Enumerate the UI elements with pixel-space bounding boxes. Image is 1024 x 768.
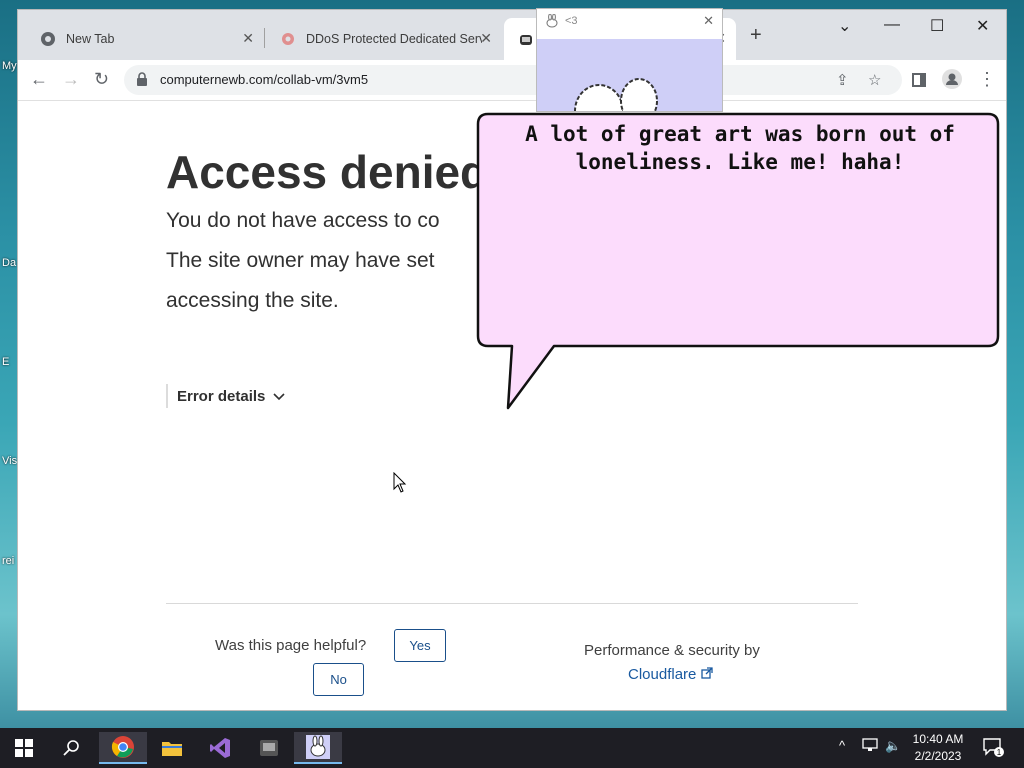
- popup-body: [537, 39, 722, 111]
- visual-studio-icon: [210, 738, 230, 758]
- bunny-icon: [306, 735, 330, 759]
- error-details-toggle[interactable]: Error details: [166, 384, 285, 408]
- taskbar-bunny-app[interactable]: [294, 732, 342, 764]
- app-window-icon: [260, 740, 278, 756]
- chevron-down-icon: [273, 388, 285, 405]
- taskbar-visual-studio[interactable]: [196, 732, 244, 764]
- page-title: Access denied: [166, 146, 489, 198]
- start-button[interactable]: [0, 732, 48, 764]
- network-icon[interactable]: [862, 738, 878, 755]
- popup-title: <3: [565, 15, 578, 27]
- reload-icon[interactable]: ↻: [94, 69, 109, 90]
- description-line: accessing the site.: [166, 289, 339, 312]
- clock-date: 2/2/2023: [914, 749, 962, 763]
- clock[interactable]: 10:40 AM 2/2/2023: [905, 731, 971, 765]
- helpful-question: Was this page helpful?: [215, 637, 367, 654]
- bunny-ears-icon: [574, 78, 658, 111]
- no-button[interactable]: No: [313, 663, 364, 696]
- desktop-label: rei: [2, 555, 15, 567]
- cloudflare-link[interactable]: Cloudflare: [628, 666, 713, 683]
- window-close-icon[interactable]: ✕: [976, 16, 989, 36]
- tab-strip: New Tab ✕ DDoS Protected Dedicated Serve…: [18, 10, 1006, 60]
- bunny-icon: [545, 13, 559, 33]
- new-tab-button[interactable]: +: [750, 24, 762, 47]
- search-button[interactable]: [48, 732, 96, 764]
- popup-window[interactable]: <3 ✕: [536, 8, 723, 112]
- bunny-icon: [518, 31, 534, 47]
- volume-icon[interactable]: 🔈: [885, 738, 901, 754]
- chevron-up-icon[interactable]: ^: [839, 738, 845, 753]
- speech-bubble-text: A lot of great art was born out of lonel…: [500, 120, 980, 176]
- url-text: computernewb.com/collab-vm/3vm5: [160, 72, 369, 87]
- tab-title: DDoS Protected Dedicated Serve: [306, 32, 482, 46]
- taskbar-app[interactable]: [245, 732, 293, 764]
- browser-toolbar: ← → ↻ computernewb.com/collab-vm/3vm5 ⇪ …: [18, 60, 1006, 101]
- search-icon: [63, 740, 79, 756]
- tab-title: New Tab: [66, 32, 115, 46]
- lock-icon: [136, 72, 148, 91]
- close-icon[interactable]: ✕: [480, 30, 492, 47]
- error-details-label: Error details: [177, 387, 266, 405]
- mouse-cursor-icon: [393, 472, 407, 493]
- side-panel-icon[interactable]: [912, 71, 926, 92]
- desktop-label: My: [2, 60, 17, 72]
- desktop-label: Da: [2, 257, 17, 269]
- cloudflare-label: Cloudflare: [628, 666, 697, 683]
- notification-icon[interactable]: 1: [982, 736, 1004, 761]
- tab-ddos[interactable]: DDoS Protected Dedicated Serve ✕: [266, 18, 502, 60]
- profile-icon[interactable]: [942, 69, 962, 94]
- description-line: You do not have access to co: [166, 209, 440, 232]
- close-icon[interactable]: ✕: [703, 13, 714, 29]
- folder-icon: [162, 742, 182, 756]
- star-icon[interactable]: ☆: [868, 71, 881, 89]
- yes-button[interactable]: Yes: [394, 629, 446, 662]
- address-bar[interactable]: computernewb.com/collab-vm/3vm5 ⇪ ☆: [124, 65, 902, 95]
- maximize-icon[interactable]: ☐: [930, 16, 944, 36]
- forward-icon[interactable]: →: [62, 69, 80, 90]
- notification-count: 1: [997, 748, 1002, 757]
- chrome-icon: [111, 736, 134, 758]
- speech-line: A lot of great art was born out of: [525, 122, 955, 146]
- external-link-icon: [700, 666, 713, 683]
- gear-icon: [280, 31, 296, 47]
- taskbar: ^ 🔈 10:40 AM 2/2/2023 1: [0, 728, 1024, 768]
- windows-icon: [15, 739, 33, 757]
- page-description: You do not have access to co The site ow…: [166, 201, 496, 321]
- back-icon[interactable]: ←: [30, 69, 48, 90]
- divider: [166, 603, 858, 604]
- share-icon[interactable]: ⇪: [836, 71, 849, 89]
- chrome-icon: [40, 31, 56, 47]
- desktop-label: Vis: [2, 455, 18, 467]
- performance-text: Performance & security by: [584, 642, 760, 659]
- menu-icon[interactable]: ⋮: [978, 69, 996, 90]
- tab-new-tab[interactable]: New Tab ✕: [26, 18, 264, 60]
- close-icon[interactable]: ✕: [242, 30, 254, 47]
- desktop-label: E: [2, 356, 10, 368]
- speech-line: loneliness. Like me! haha!: [575, 150, 905, 174]
- clock-time: 10:40 AM: [912, 732, 964, 746]
- taskbar-file-explorer[interactable]: [148, 732, 196, 764]
- description-line: The site owner may have set: [166, 249, 435, 272]
- taskbar-chrome[interactable]: [99, 732, 147, 764]
- minimize-icon[interactable]: —: [884, 16, 900, 34]
- tab-separator: [264, 28, 265, 48]
- chevron-down-icon[interactable]: ⌄: [838, 16, 851, 36]
